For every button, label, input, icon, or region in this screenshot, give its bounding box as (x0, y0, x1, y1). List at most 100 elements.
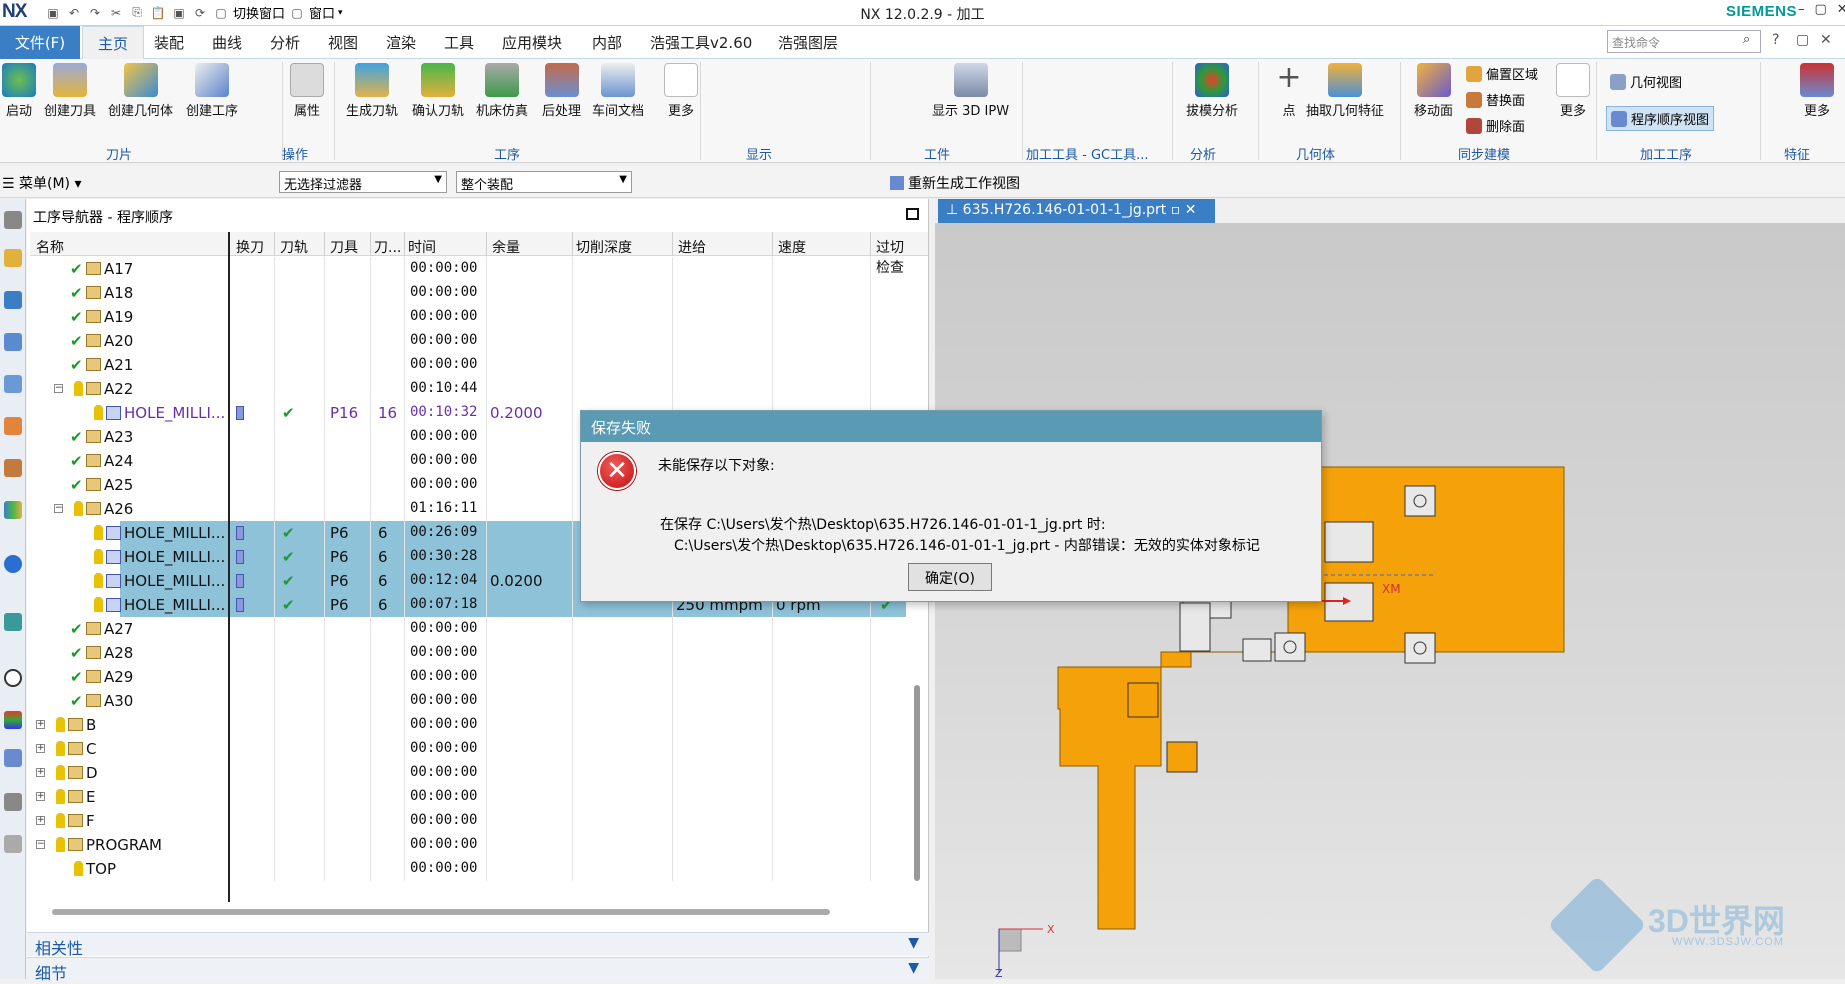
group-label-operations[interactable]: 操作 (282, 144, 308, 163)
table-row[interactable]: + F 00:00:00 (30, 809, 906, 833)
properties-button[interactable]: 属性 (290, 63, 324, 119)
expand-icon[interactable]: + (36, 816, 45, 825)
ok-button[interactable]: 确定(O) (908, 563, 992, 591)
tab-applications[interactable]: 应用模块 (502, 26, 562, 59)
tab-home[interactable]: 主页 (82, 26, 144, 60)
details-panel[interactable]: 细节 ▼ (27, 957, 929, 983)
table-row[interactable]: ✔ A27 00:00:00 (30, 617, 906, 641)
part-file-tab[interactable]: ⊥ 635.H726.146-01-01-1_jg.prt ▫ ✕ (938, 199, 1215, 223)
table-row[interactable]: ✔ A29 00:00:00 (30, 665, 906, 689)
expand-icon[interactable]: + (36, 720, 45, 729)
tab-view[interactable]: 视图 (328, 26, 358, 59)
col-header-cut-depth[interactable]: 切削深度 (576, 237, 632, 257)
shop-doc-button[interactable]: 车间文档 (592, 63, 644, 119)
clock-icon[interactable] (4, 669, 22, 687)
col-header-tool-number[interactable]: 刀... (374, 237, 401, 257)
col-header-tool-change[interactable]: 换刀 (236, 237, 264, 257)
expand-icon[interactable]: + (36, 768, 45, 777)
table-row[interactable]: + E 00:00:00 (30, 785, 906, 809)
expand-icon[interactable]: + (36, 792, 45, 801)
col-header-toolpath[interactable]: 刀轨 (280, 237, 308, 257)
replace-face-button[interactable]: 替换面 (1466, 90, 1525, 109)
vertical-scrollbar[interactable] (914, 685, 920, 881)
minimize-icon[interactable]: – (1798, 2, 1805, 17)
table-row[interactable]: ✔ A20 00:00:00 (30, 329, 906, 353)
col-header-stock[interactable]: 余量 (492, 237, 520, 257)
command-search-input[interactable]: 查找命令 (1607, 30, 1761, 53)
table-row[interactable]: ✔ A30 00:00:00 (30, 689, 906, 713)
web-browser-icon[interactable] (4, 555, 22, 573)
maximize-icon[interactable]: ▢ (1815, 2, 1827, 17)
col-header-time[interactable]: 时间 (408, 237, 436, 257)
col-header-speed[interactable]: 速度 (778, 237, 806, 257)
system-scene-icon[interactable] (4, 793, 22, 811)
collapse-icon[interactable]: − (54, 504, 63, 513)
tab-analysis[interactable]: 分析 (270, 26, 300, 59)
close-icon[interactable]: ✕ (1837, 2, 1845, 17)
tab-internal[interactable]: 内部 (592, 26, 622, 59)
machine-sim-button[interactable]: 机床仿真 (476, 63, 528, 119)
tab-file[interactable]: 文件(F) (0, 26, 80, 59)
role-icon[interactable] (4, 749, 22, 767)
machine-nav-icon[interactable] (4, 417, 22, 435)
process-studio-icon[interactable] (4, 835, 22, 853)
offset-region-button[interactable]: 偏置区域 (1466, 64, 1538, 83)
geometry-view-button[interactable]: 几何视图 (1610, 72, 1682, 91)
more-sync-button[interactable]: 更多 (1556, 63, 1590, 119)
selection-filter-select[interactable]: 无选择过滤器 ▼ (279, 171, 447, 193)
assembly-scope-select[interactable]: 整个装配 ▼ (456, 171, 632, 193)
table-row[interactable]: TOP 00:00:00 (30, 857, 906, 881)
ribbon-close-icon[interactable]: ✕ (1820, 32, 1832, 48)
collapse-icon[interactable]: − (54, 384, 63, 393)
dependencies-panel[interactable]: 相关性 ▼ (27, 932, 929, 958)
point-button[interactable]: + 点 (1272, 63, 1306, 120)
table-row[interactable]: + B 00:00:00 (30, 713, 906, 737)
postprocess-button[interactable]: 后处理 (542, 63, 581, 119)
tab-haoqiang-layers[interactable]: 浩强图层 (778, 26, 838, 59)
constraint-nav-icon[interactable] (4, 333, 22, 351)
more-process-button[interactable]: 更多 (664, 63, 698, 119)
part-nav-icon[interactable] (4, 375, 22, 393)
table-row[interactable]: ✔ A28 00:00:00 (30, 641, 906, 665)
verify-path-button[interactable]: 确认刀轨 (412, 63, 464, 119)
table-row[interactable]: ✔ A17 00:00:00 (30, 257, 906, 281)
history-icon[interactable] (4, 613, 22, 631)
table-row[interactable]: ✔ A21 00:00:00 (30, 353, 906, 377)
tab-assembly[interactable]: 装配 (154, 26, 184, 59)
more-feature-button[interactable]: 更多 (1800, 63, 1834, 119)
tab-tools[interactable]: 工具 (444, 26, 474, 59)
restore-icon[interactable]: ▢ (1796, 32, 1809, 48)
program-order-view-button[interactable]: 程序顺序视图 (1606, 106, 1715, 131)
table-row[interactable]: − PROGRAM 00:00:00 (30, 833, 906, 857)
collapse-icon[interactable]: − (36, 840, 45, 849)
regenerate-work-view-button[interactable]: 重新生成工作视图 (890, 173, 1020, 193)
navigator-icon[interactable] (4, 249, 22, 267)
tab-haoqiang-tools[interactable]: 浩强工具v2.60 (650, 26, 752, 59)
create-geometry-button[interactable]: 创建几何体 (108, 63, 173, 119)
table-row[interactable]: ✔ A19 00:00:00 (30, 305, 906, 329)
draft-analysis-button[interactable]: 拔模分析 (1186, 63, 1238, 119)
search-icon[interactable]: ⌕ (1743, 32, 1750, 47)
generate-path-button[interactable]: 生成刀轨 (346, 63, 398, 119)
delete-face-button[interactable]: 删除面 (1466, 116, 1525, 135)
table-row[interactable]: ✔ A18 00:00:00 (30, 281, 906, 305)
col-header-name[interactable]: 名称 (36, 237, 64, 257)
settings-icon[interactable] (4, 211, 22, 229)
col-header-tool[interactable]: 刀具 (330, 237, 358, 257)
show-3d-ipw-button[interactable]: 显示 3D IPW (932, 63, 1009, 119)
horizontal-scrollbar[interactable] (52, 909, 830, 915)
create-operation-button[interactable]: 创建工序 (186, 63, 238, 119)
extract-geometry-button[interactable]: 抽取几何特征 (1306, 63, 1384, 119)
table-row[interactable]: + D 00:00:00 (30, 761, 906, 785)
tab-curve[interactable]: 曲线 (212, 26, 242, 59)
table-row[interactable]: − A22 00:10:44 (30, 377, 906, 401)
group-label-gc-tools[interactable]: 加工工具 - GC工具... (1026, 144, 1149, 163)
reuse-library-icon[interactable] (4, 459, 22, 477)
assembly-nav-icon[interactable] (4, 291, 22, 309)
move-face-button[interactable]: 移动面 (1414, 63, 1453, 119)
palette-icon[interactable] (4, 711, 22, 729)
create-tool-button[interactable]: 创建刀具 (44, 63, 96, 119)
tab-close-icon[interactable]: ▫ ✕ (1166, 202, 1197, 218)
hd3d-icon[interactable] (4, 501, 22, 519)
menu-button[interactable]: ☰ 菜单(M) ▾ (2, 173, 82, 193)
